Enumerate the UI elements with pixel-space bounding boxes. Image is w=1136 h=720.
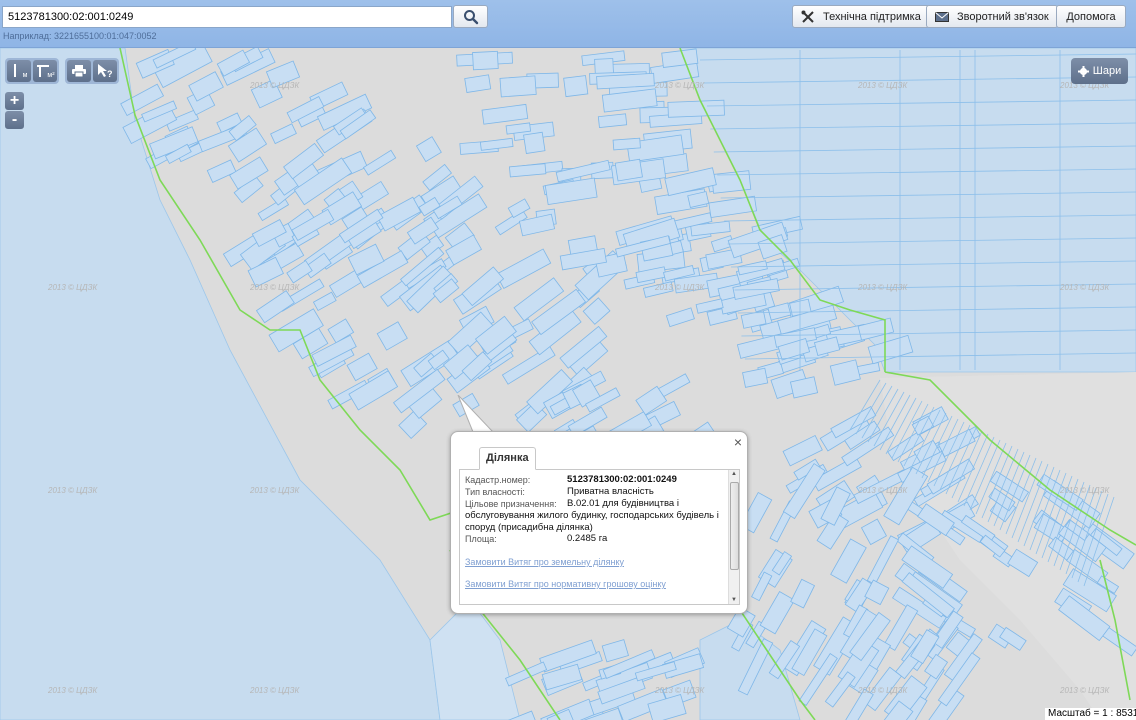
field-label: Площа:	[465, 534, 497, 544]
parcel-info-popup: × Ділянка Кадастр.номер: 5123781300:02:0…	[450, 431, 748, 614]
watermark: 2013 © ЦДЗК	[47, 686, 98, 695]
popup-content: Кадастр.номер: 5123781300:02:001:0249 Ти…	[459, 469, 740, 605]
search-example: Наприклад: 3221655100:01:047:0052	[3, 31, 157, 41]
watermark: 2013 © ЦДЗК	[857, 486, 908, 495]
scale-indicator: Масштаб = 1 : 8531	[1045, 708, 1136, 720]
tab-parcel[interactable]: Ділянка	[479, 447, 536, 470]
area-value: 0.2485 га	[567, 533, 608, 544]
support-label: Технічна підтримка	[823, 10, 921, 23]
field-label: Тип власності:	[465, 487, 525, 497]
watermark: 2013 © ЦДЗК	[857, 686, 908, 695]
field-label: Кадастр.номер:	[465, 475, 531, 485]
watermark: 2013 © ЦДЗК	[857, 81, 908, 90]
layers-label: Шари	[1092, 65, 1122, 77]
measure-distance-button[interactable]: м	[7, 60, 31, 82]
field-label: Цільове призначення:	[465, 499, 557, 509]
land-parcel[interactable]	[596, 72, 655, 90]
land-parcel[interactable]	[612, 137, 641, 151]
land-parcel[interactable]	[667, 99, 725, 118]
close-icon[interactable]: ×	[734, 434, 742, 450]
popup-pointer	[457, 395, 495, 433]
feedback-button[interactable]: Зворотний зв'язок	[926, 5, 1058, 28]
land-parcel[interactable]	[597, 113, 628, 129]
cadastral-number: 5123781300:02:001:0249	[567, 474, 677, 485]
land-parcel[interactable]	[563, 75, 589, 98]
purpose-value: В.02.01 для будівництва і	[567, 498, 679, 509]
popup-scrollbar[interactable]: ▲ ▼	[728, 470, 739, 604]
order-parcel-extract-link[interactable]: Замовити Витяг про земельну ділянку	[465, 557, 624, 567]
scroll-down-icon[interactable]: ▼	[731, 597, 737, 603]
printer-icon	[72, 65, 86, 77]
land-parcel[interactable]	[614, 158, 643, 182]
feedback-label: Зворотний зв'язок	[957, 10, 1049, 23]
watermark: 2013 © ЦДЗК	[249, 283, 300, 292]
watermark: 2013 © ЦДЗК	[249, 486, 300, 495]
watermark: 2013 © ЦДЗК	[654, 283, 705, 292]
gear-icon	[1077, 65, 1089, 77]
land-parcel[interactable]	[499, 75, 537, 98]
help-button[interactable]: Допомога	[1056, 5, 1126, 28]
watermark: 2013 © ЦДЗК	[1059, 686, 1110, 695]
watermark: 2013 © ЦДЗК	[249, 81, 300, 90]
watermark: 2013 © ЦДЗК	[1059, 283, 1110, 292]
zoom-out-button[interactable]: -	[5, 111, 24, 129]
purpose-continuation: споруд (присадибна ділянка)	[465, 522, 593, 533]
watermark: 2013 © ЦДЗК	[1059, 486, 1110, 495]
watermark: 2013 © ЦДЗК	[47, 486, 98, 495]
pointer-question-icon: ?	[98, 64, 113, 78]
print-info-tools: ?	[65, 58, 119, 84]
watermark: 2013 © ЦДЗК	[857, 283, 908, 292]
watermark: 2013 © ЦДЗК	[47, 283, 98, 292]
scroll-thumb[interactable]	[730, 482, 739, 570]
watermark: 2013 © ЦДЗК	[654, 686, 705, 695]
envelope-icon	[935, 11, 949, 22]
land-parcel[interactable]	[594, 58, 614, 75]
svg-text:?: ?	[107, 69, 113, 78]
layers-button[interactable]: Шари	[1071, 58, 1128, 84]
zoom-in-button[interactable]: +	[5, 92, 24, 110]
identify-button[interactable]: ?	[93, 60, 117, 82]
search-icon	[463, 9, 478, 24]
measure-tools: м м²	[5, 58, 59, 84]
ownership-type: Приватна власність	[567, 486, 654, 497]
top-toolbar: Наприклад: 3221655100:01:047:0052 Техніч…	[0, 0, 1136, 48]
help-label: Допомога	[1066, 10, 1116, 23]
purpose-continuation: обслуговування жилого будинку, господарс…	[465, 510, 719, 521]
support-button[interactable]: Технічна підтримка	[792, 5, 930, 28]
land-parcel[interactable]	[711, 170, 752, 194]
order-valuation-extract-link[interactable]: Замовити Витяг про нормативну грошову оц…	[465, 579, 666, 589]
watermark: 2013 © ЦДЗК	[249, 686, 300, 695]
land-parcel[interactable]	[472, 50, 499, 71]
watermark: 2013 © ЦДЗК	[654, 81, 705, 90]
search-button[interactable]	[453, 5, 488, 28]
scroll-up-icon[interactable]: ▲	[731, 471, 737, 477]
land-parcel[interactable]	[523, 131, 546, 154]
measure-area-button[interactable]: м²	[33, 60, 57, 82]
cadastral-search-input[interactable]	[2, 6, 452, 28]
tools-icon	[801, 10, 814, 23]
print-button[interactable]	[67, 60, 91, 82]
